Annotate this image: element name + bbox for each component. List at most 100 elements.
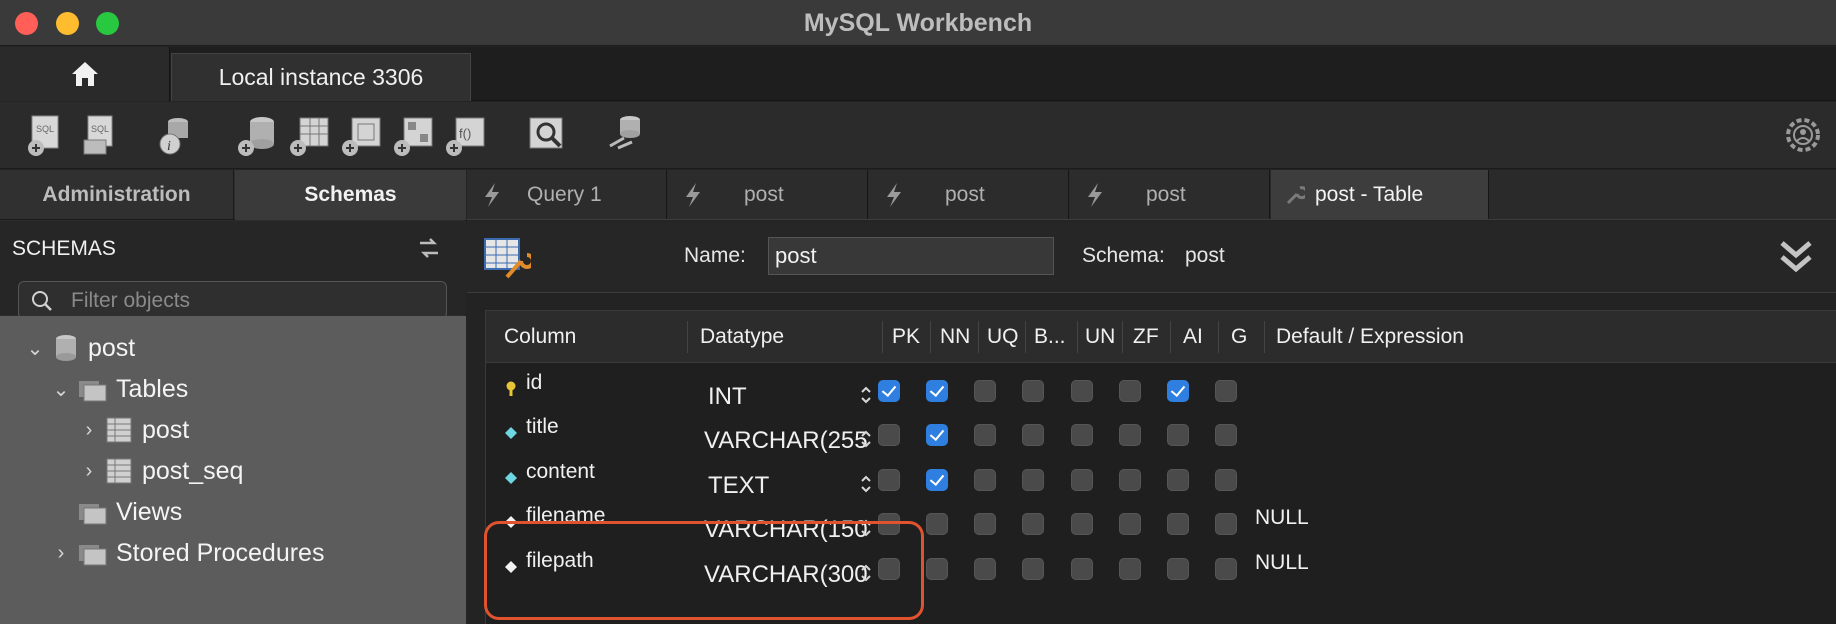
binary-checkbox[interactable] (1022, 469, 1044, 491)
header-column[interactable]: Column (504, 325, 576, 349)
tree-schema-post[interactable]: ⌄ post (26, 330, 136, 366)
binary-checkbox[interactable] (1022, 513, 1044, 535)
uq-checkbox[interactable] (974, 424, 996, 446)
generated-checkbox[interactable] (1215, 424, 1237, 446)
open-sql-icon[interactable]: SQL (78, 112, 124, 158)
refresh-icon[interactable] (416, 237, 442, 259)
datatype-stepper-icon[interactable] (858, 516, 874, 540)
un-checkbox[interactable] (1071, 469, 1093, 491)
uq-checkbox[interactable] (974, 380, 996, 402)
create-view-icon[interactable] (338, 112, 384, 158)
header-zf[interactable]: ZF (1133, 325, 1159, 349)
create-table-icon[interactable] (286, 112, 332, 158)
ai-checkbox[interactable] (1167, 469, 1189, 491)
nn-checkbox[interactable] (926, 558, 948, 580)
column-name[interactable]: id (526, 371, 542, 395)
new-sql-icon[interactable]: SQL (24, 112, 70, 158)
create-function-icon[interactable]: f() (442, 112, 488, 158)
default-expression[interactable]: NULL (1255, 551, 1309, 575)
table-name-input[interactable] (768, 237, 1054, 275)
column-datatype[interactable]: VARCHAR(150 (704, 516, 876, 544)
search-table-data-icon[interactable] (524, 112, 570, 158)
nn-checkbox[interactable] (926, 424, 948, 446)
header-datatype[interactable]: Datatype (700, 325, 784, 349)
binary-checkbox[interactable] (1022, 558, 1044, 580)
header-un[interactable]: UN (1085, 325, 1115, 349)
zf-checkbox[interactable] (1119, 380, 1141, 402)
zf-checkbox[interactable] (1119, 469, 1141, 491)
tree-stored-procedures[interactable]: › Stored Procedures (52, 535, 325, 571)
header-binary[interactable]: B... (1034, 325, 1066, 349)
chevron-right-icon[interactable]: › (80, 453, 98, 489)
column-name[interactable]: filepath (526, 549, 594, 573)
home-tab[interactable] (0, 47, 170, 101)
ai-checkbox[interactable] (1167, 380, 1189, 402)
ai-checkbox[interactable] (1167, 513, 1189, 535)
binary-checkbox[interactable] (1022, 380, 1044, 402)
zf-checkbox[interactable] (1119, 424, 1141, 446)
reconnect-icon[interactable] (604, 112, 650, 158)
header-uq[interactable]: UQ (987, 325, 1019, 349)
pk-checkbox[interactable] (878, 558, 900, 580)
tab-post-3[interactable]: post (1070, 170, 1270, 219)
uq-checkbox[interactable] (974, 469, 996, 491)
tree-views[interactable]: Views (78, 494, 182, 530)
ai-checkbox[interactable] (1167, 424, 1189, 446)
tree-table-post-seq[interactable]: › post_seq (80, 453, 244, 489)
generated-checkbox[interactable] (1215, 469, 1237, 491)
create-procedure-icon[interactable] (390, 112, 436, 158)
tab-post-2[interactable]: post (869, 170, 1069, 219)
column-name[interactable]: title (526, 415, 559, 439)
connection-tab-local-instance[interactable]: Local instance 3306 (171, 53, 471, 101)
header-default-expression[interactable]: Default / Expression (1276, 325, 1464, 349)
header-nn[interactable]: NN (940, 325, 970, 349)
table-row[interactable]: filepath VARCHAR(300 NULL (486, 541, 1836, 593)
tab-schemas[interactable]: Schemas (235, 170, 466, 220)
chevron-right-icon[interactable]: › (52, 535, 70, 571)
pk-checkbox[interactable] (878, 513, 900, 535)
create-schema-icon[interactable] (234, 112, 280, 158)
un-checkbox[interactable] (1071, 380, 1093, 402)
datatype-stepper-icon[interactable] (858, 427, 874, 451)
column-datatype[interactable]: VARCHAR(300 (704, 561, 876, 589)
collapse-chevron-icon[interactable] (1776, 237, 1816, 277)
datatype-stepper-icon[interactable] (858, 561, 874, 585)
un-checkbox[interactable] (1071, 424, 1093, 446)
tab-administration[interactable]: Administration (0, 170, 234, 220)
nn-checkbox[interactable] (926, 513, 948, 535)
pk-checkbox[interactable] (878, 469, 900, 491)
datatype-stepper-icon[interactable] (858, 383, 874, 407)
default-expression[interactable]: NULL (1255, 506, 1309, 530)
uq-checkbox[interactable] (974, 558, 996, 580)
pk-checkbox[interactable] (878, 380, 900, 402)
tree-tables[interactable]: ⌄ Tables (52, 371, 189, 407)
zf-checkbox[interactable] (1119, 513, 1141, 535)
ai-checkbox[interactable] (1167, 558, 1189, 580)
chevron-down-icon[interactable]: ⌄ (26, 330, 44, 366)
chevron-right-icon[interactable]: › (80, 412, 98, 448)
tab-query-1[interactable]: Query 1 (467, 170, 667, 219)
filter-objects-input[interactable] (71, 288, 431, 314)
column-name[interactable]: content (526, 460, 595, 484)
tree-table-post[interactable]: › post (80, 412, 190, 448)
pk-checkbox[interactable] (878, 424, 900, 446)
column-datatype[interactable]: VARCHAR(255 (704, 427, 876, 455)
zf-checkbox[interactable] (1119, 558, 1141, 580)
un-checkbox[interactable] (1071, 558, 1093, 580)
header-ai[interactable]: AI (1183, 325, 1203, 349)
chevron-down-icon[interactable]: ⌄ (52, 371, 70, 407)
generated-checkbox[interactable] (1215, 380, 1237, 402)
generated-checkbox[interactable] (1215, 558, 1237, 580)
header-pk[interactable]: PK (892, 325, 920, 349)
nn-checkbox[interactable] (926, 380, 948, 402)
header-g[interactable]: G (1231, 325, 1247, 349)
uq-checkbox[interactable] (974, 513, 996, 535)
schema-inspector-icon[interactable]: i (152, 112, 198, 158)
column-name[interactable]: filename (526, 504, 605, 528)
tab-post-1[interactable]: post (668, 170, 868, 219)
tab-post-table[interactable]: post - Table (1271, 170, 1489, 219)
settings-icon[interactable] (1784, 116, 1822, 154)
binary-checkbox[interactable] (1022, 424, 1044, 446)
nn-checkbox[interactable] (926, 469, 948, 491)
un-checkbox[interactable] (1071, 513, 1093, 535)
